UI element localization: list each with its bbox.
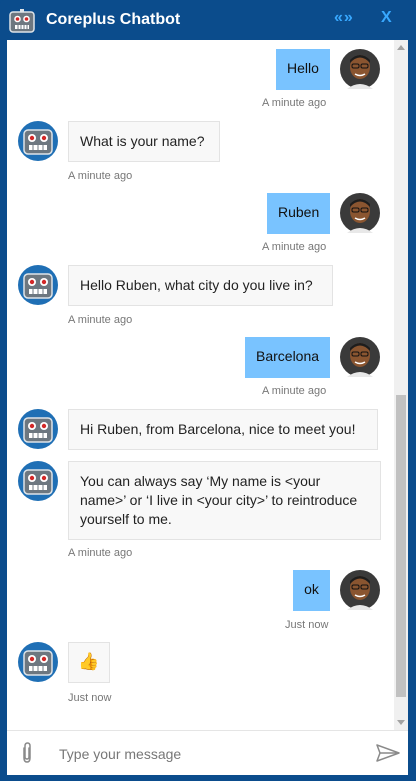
message-timestamp: A minute ago xyxy=(68,547,133,559)
close-button[interactable]: X xyxy=(381,9,392,27)
user-message: Ruben xyxy=(267,193,330,234)
message-timestamp: A minute ago xyxy=(68,314,133,326)
user-avatar xyxy=(340,337,380,377)
user-avatar xyxy=(340,49,380,89)
paperclip-icon[interactable] xyxy=(20,742,34,764)
user-message: Hello xyxy=(276,49,330,90)
bot-avatar xyxy=(18,461,58,501)
bot-message: Hello Ruben, what city do you live in? xyxy=(68,265,333,306)
user-message: ok xyxy=(293,570,330,611)
scrollbar[interactable] xyxy=(394,40,408,730)
chat-window: Coreplus Chatbot «» X Hello A minute ago… xyxy=(0,0,416,781)
message-timestamp: A minute ago xyxy=(68,170,133,182)
message-composer xyxy=(7,730,408,775)
bot-message: Hi Ruben, from Barcelona, nice to meet y… xyxy=(68,409,378,450)
message-timestamp: A minute ago xyxy=(262,97,327,109)
window-title: Coreplus Chatbot xyxy=(46,11,181,28)
send-icon[interactable] xyxy=(376,744,400,762)
message-input[interactable] xyxy=(57,741,361,767)
user-avatar xyxy=(340,570,380,610)
message-timestamp: Just now xyxy=(68,692,112,704)
message-timestamp: Just now xyxy=(285,619,329,631)
bot-avatar xyxy=(18,121,58,161)
collapse-button[interactable]: «» xyxy=(334,9,354,27)
user-message: Barcelona xyxy=(245,337,330,378)
bot-message: What is your name? xyxy=(68,121,220,162)
scroll-up-arrow[interactable] xyxy=(397,45,405,50)
bot-message: You can always say ‘My name is <your nam… xyxy=(68,461,381,540)
message-timestamp: A minute ago xyxy=(262,385,327,397)
bot-avatar xyxy=(18,409,58,449)
scroll-down-arrow[interactable] xyxy=(397,720,405,725)
message-list[interactable]: Hello A minute ago What is your name? A … xyxy=(7,40,408,730)
scroll-thumb[interactable] xyxy=(396,395,406,697)
user-avatar xyxy=(340,193,380,233)
bot-message: 👍 xyxy=(68,642,110,683)
title-bar: Coreplus Chatbot «» X xyxy=(0,0,416,40)
robot-icon xyxy=(9,9,35,33)
message-timestamp: A minute ago xyxy=(262,241,327,253)
bot-avatar xyxy=(18,642,58,682)
bot-avatar xyxy=(18,265,58,305)
